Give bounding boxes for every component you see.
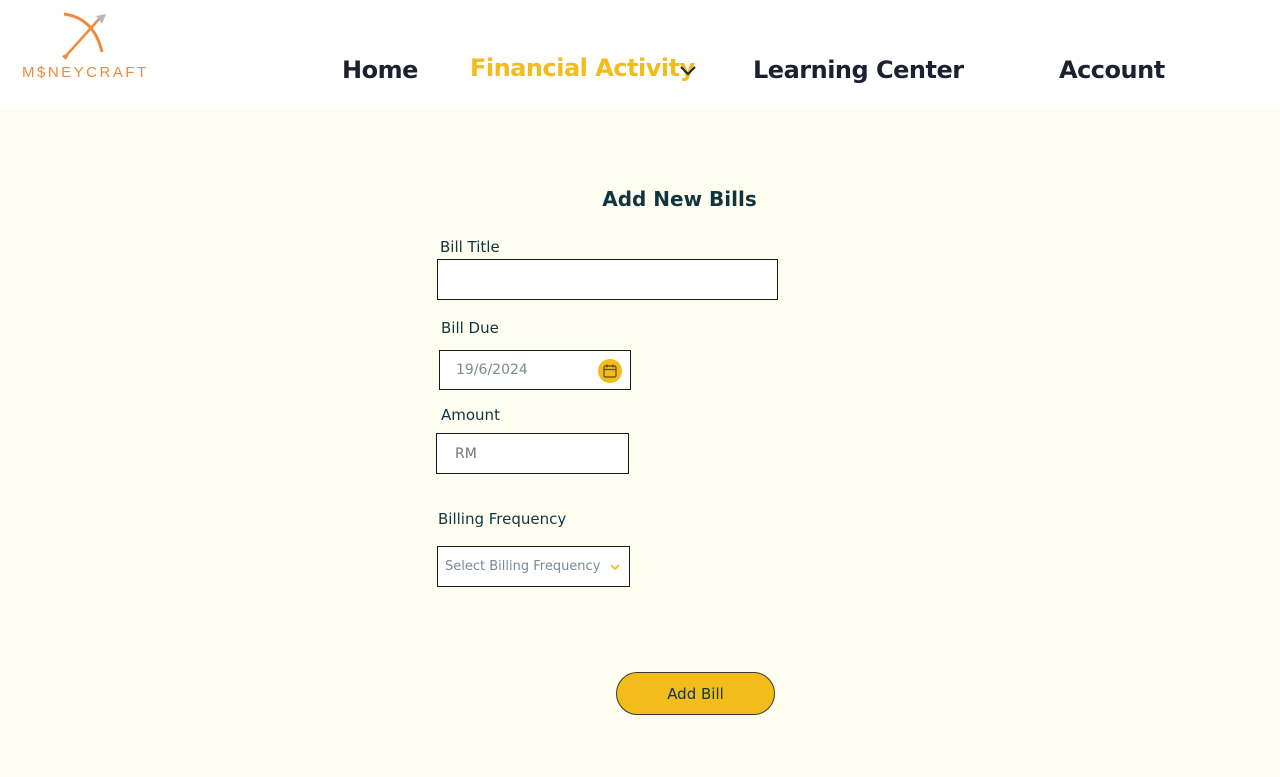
add-bill-button[interactable]: Add Bill xyxy=(616,672,775,715)
top-header: M$NEYCRAFT Home Financial Activity Learn… xyxy=(0,0,1280,110)
billing-frequency-placeholder: Select Billing Frequency xyxy=(445,559,601,574)
logo-text: M$NEYCRAFT xyxy=(22,64,149,81)
amount-field[interactable] xyxy=(436,433,629,474)
bill-title-input[interactable] xyxy=(438,260,777,299)
chevron-down-icon xyxy=(610,564,620,571)
nav-account[interactable]: Account xyxy=(1059,56,1165,84)
nav-learning-center[interactable]: Learning Center xyxy=(753,56,964,84)
bill-due-value: 19/6/2024 xyxy=(456,362,528,378)
amount-label: Amount xyxy=(441,406,500,424)
nav-financial-activity[interactable]: Financial Activity xyxy=(470,54,695,82)
calendar-icon[interactable] xyxy=(598,359,622,383)
chevron-down-icon[interactable] xyxy=(679,64,697,78)
billing-frequency-label: Billing Frequency xyxy=(438,510,567,528)
billing-frequency-select[interactable]: Select Billing Frequency xyxy=(437,546,630,587)
amount-input[interactable] xyxy=(437,434,628,473)
bill-title-label: Bill Title xyxy=(440,238,500,256)
page-title: Add New Bills xyxy=(602,187,757,211)
bill-due-field[interactable]: 19/6/2024 xyxy=(439,350,631,390)
bill-title-field[interactable] xyxy=(437,259,778,300)
bill-due-label: Bill Due xyxy=(441,319,499,337)
moneycraft-logo[interactable]: M$NEYCRAFT xyxy=(20,12,150,86)
nav-home[interactable]: Home xyxy=(342,56,418,84)
bow-arrow-icon xyxy=(62,12,106,60)
